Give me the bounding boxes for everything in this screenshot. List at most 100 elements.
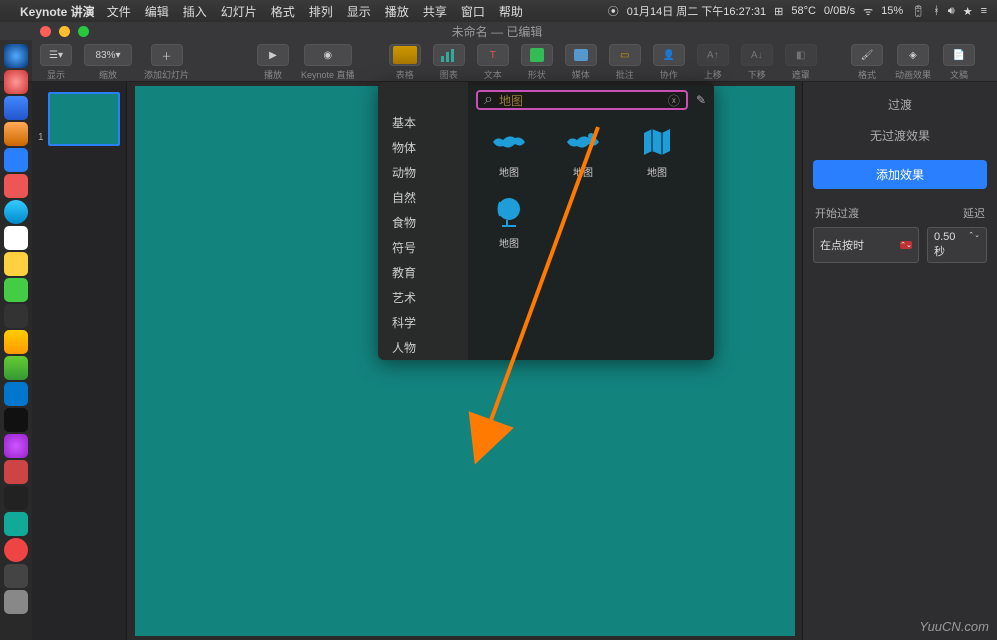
shape-cat-people[interactable]: 人物 xyxy=(378,335,468,360)
shape-result-item[interactable]: 地图 xyxy=(480,124,538,179)
dock-icon[interactable] xyxy=(4,44,28,68)
menu-help[interactable]: 帮助 xyxy=(499,3,523,20)
dock-icon[interactable] xyxy=(4,512,28,536)
status-net[interactable]: 0/0B/s xyxy=(824,5,855,17)
dock-icon[interactable] xyxy=(4,148,28,172)
status-cpu[interactable]: 58°C xyxy=(791,5,816,17)
shape-cat-basic[interactable]: 基本 xyxy=(378,110,468,135)
dock-icon[interactable] xyxy=(4,304,28,328)
stepper-arrows-icon: ⌃⌄ xyxy=(968,231,980,259)
shape-cat-science[interactable]: 科学 xyxy=(378,310,468,335)
menu-format[interactable]: 格式 xyxy=(271,3,295,20)
dock-icon[interactable] xyxy=(4,408,28,432)
lower-button[interactable]: A↓ xyxy=(741,44,773,66)
chart-button[interactable] xyxy=(433,44,465,66)
window-title: 未命名 — 已编辑 xyxy=(0,23,997,40)
shape-cat-animals[interactable]: 动物 xyxy=(378,160,468,185)
dock-icon[interactable] xyxy=(4,382,28,406)
mask-button[interactable]: ◧ xyxy=(785,44,817,66)
shape-cat-art[interactable]: 艺术 xyxy=(378,285,468,310)
text-button[interactable]: T xyxy=(477,44,509,66)
play-button[interactable]: ▶ xyxy=(257,44,289,66)
shape-result-item[interactable]: 地图 xyxy=(628,124,686,179)
status-wifi-icon[interactable]: ᯤ xyxy=(863,4,873,19)
menu-share[interactable]: 共享 xyxy=(423,3,447,20)
status-menu-icon[interactable]: ≡ xyxy=(981,5,987,17)
toolbar: ☰▾ 显示 83%▾ 缩放 ＋ 添加幻灯片 ▶ 播放 ◉ Keynote 直播 … xyxy=(0,40,997,82)
dock-icon[interactable] xyxy=(4,590,28,614)
start-transition-select[interactable]: 在点按时 ⌃⌄ xyxy=(813,227,919,263)
dock-icon[interactable] xyxy=(4,538,28,562)
format-inspector-button[interactable]: 🖌 xyxy=(851,44,883,66)
dock-icon[interactable] xyxy=(4,174,28,198)
shape-cat-education[interactable]: 教育 xyxy=(378,260,468,285)
dock-icon[interactable] xyxy=(4,486,28,510)
status-volume-icon[interactable]: 🔊︎ xyxy=(948,5,955,18)
media-button[interactable] xyxy=(565,44,597,66)
shape-result-item[interactable]: 地图 xyxy=(480,195,538,250)
comment-label: 批注 xyxy=(616,68,634,81)
zoom-label: 缩放 xyxy=(99,68,117,81)
app-name[interactable]: Keynote 讲演 xyxy=(20,3,95,20)
table-button[interactable] xyxy=(389,44,421,66)
status-bluetooth-icon[interactable]: ᚼ xyxy=(933,5,940,17)
edit-shape-icon[interactable]: ✎ xyxy=(696,93,706,107)
menu-slide[interactable]: 幻灯片 xyxy=(221,3,257,20)
dock-icon[interactable] xyxy=(4,70,28,94)
dock-icon[interactable] xyxy=(4,278,28,302)
menu-arrange[interactable]: 排列 xyxy=(309,3,333,20)
document-inspector-button[interactable]: 📄 xyxy=(943,44,975,66)
clear-search-icon[interactable]: ⓧ xyxy=(668,92,680,109)
add-slide-button[interactable]: ＋ xyxy=(151,44,183,66)
shape-cat-nature[interactable]: 自然 xyxy=(378,185,468,210)
dock xyxy=(0,40,32,640)
dock-icon[interactable] xyxy=(4,96,28,120)
dock-icon[interactable] xyxy=(4,460,28,484)
keynote-live-label: Keynote 直播 xyxy=(301,68,355,81)
shape-cat-food[interactable]: 食物 xyxy=(378,210,468,235)
menu-view[interactable]: 显示 xyxy=(347,3,371,20)
zoom-button[interactable]: 83%▾ xyxy=(84,44,132,66)
keynote-live-button[interactable]: ◉ xyxy=(304,44,352,66)
shape-search-input[interactable] xyxy=(499,93,662,107)
view-button[interactable]: ☰▾ xyxy=(40,44,72,66)
upper-button[interactable]: A↑ xyxy=(697,44,729,66)
status-toggle-icon[interactable]: ⊞ xyxy=(774,5,783,18)
watermark: YuuCN.com xyxy=(919,619,989,634)
menu-insert[interactable]: 插入 xyxy=(183,3,207,20)
dock-icon[interactable] xyxy=(4,356,28,380)
shape-search-field[interactable]: ⌕ ⓧ xyxy=(476,90,688,110)
status-battery-icon[interactable]: 🔋︎ xyxy=(911,5,925,18)
dock-icon[interactable] xyxy=(4,200,28,224)
delay-stepper[interactable]: 0.50 秒 ⌃⌄ xyxy=(927,227,987,263)
dock-icon[interactable] xyxy=(4,226,28,250)
status-date[interactable]: 01月14日 周二 下午16:27:31 xyxy=(627,3,766,19)
dock-icon[interactable] xyxy=(4,564,28,588)
status-screencast-icon[interactable]: ⦿ xyxy=(608,3,619,19)
add-effect-button[interactable]: 添加效果 xyxy=(813,160,987,189)
shape-button[interactable] xyxy=(521,44,553,66)
status-star-icon[interactable]: ★ xyxy=(963,5,973,18)
menu-play[interactable]: 播放 xyxy=(385,3,409,20)
shape-result-item[interactable]: 地图 xyxy=(554,124,612,179)
shape-cat-objects[interactable]: 物体 xyxy=(378,135,468,160)
dock-icon[interactable] xyxy=(4,434,28,458)
dock-icon[interactable] xyxy=(4,330,28,354)
comment-button[interactable]: ▭ xyxy=(609,44,641,66)
menubar-status: ⦿ 01月14日 周二 下午16:27:31 ⊞ 58°C 0/0B/s ᯤ 1… xyxy=(608,3,987,19)
slide-thumbnail[interactable] xyxy=(48,92,120,146)
slide-navigator: 1 xyxy=(32,82,127,640)
shape-cat-symbols[interactable]: 符号 xyxy=(378,235,468,260)
window-titlebar: 未命名 — 已编辑 xyxy=(0,22,997,40)
shape-picker-popover: 基本 物体 动物 自然 食物 符号 教育 艺术 科学 人物 地点 活动 ⌕ ⓧ … xyxy=(378,82,714,360)
menubar: Keynote 讲演 文件 编辑 插入 幻灯片 格式 排列 显示 播放 共享 窗… xyxy=(0,0,997,22)
menu-edit[interactable]: 编辑 xyxy=(145,3,169,20)
dock-icon[interactable] xyxy=(4,122,28,146)
search-icon: ⌕ xyxy=(484,91,493,109)
dock-icon[interactable] xyxy=(4,252,28,276)
animate-inspector-button[interactable]: ◈ xyxy=(897,44,929,66)
menu-window[interactable]: 窗口 xyxy=(461,3,485,20)
status-battery[interactable]: 15% xyxy=(881,5,903,17)
menu-file[interactable]: 文件 xyxy=(107,3,131,20)
collab-button[interactable]: 👤 xyxy=(653,44,685,66)
